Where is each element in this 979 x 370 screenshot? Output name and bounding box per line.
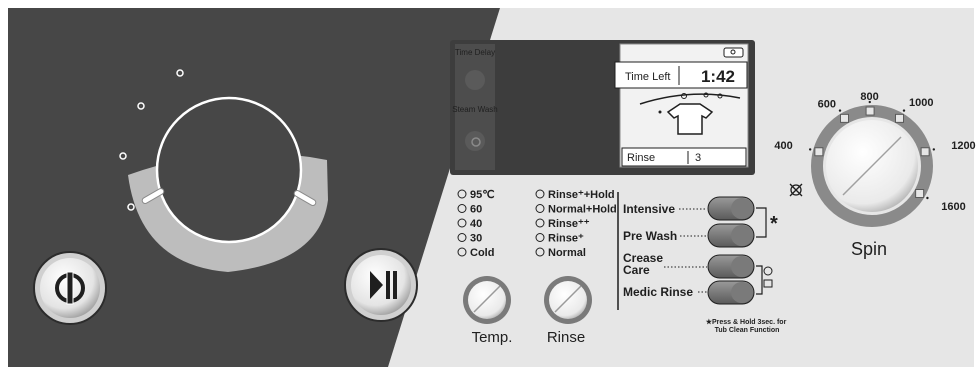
- intensive-button[interactable]: [707, 196, 755, 221]
- program-dial[interactable]: [155, 96, 303, 244]
- start-pause-button[interactable]: [344, 248, 418, 322]
- spin-speed-dot: [902, 109, 906, 112]
- child-lock-icon: [723, 47, 744, 58]
- temperature-knob-label: Temp.: [472, 329, 513, 346]
- spin-speed-label: 1200: [951, 140, 975, 152]
- spin-speed-dot: [868, 100, 871, 104]
- spin-tick: [840, 113, 849, 123]
- option-label-medic-rinse: Medic Rinse: [623, 285, 693, 299]
- crease-care-button[interactable]: [707, 254, 755, 279]
- spin-speed-label: 600: [818, 99, 836, 111]
- power-button[interactable]: [33, 251, 107, 325]
- medic-rinse-button[interactable]: [707, 280, 755, 305]
- steam-wash-label: Steam Wash: [452, 105, 498, 114]
- time-left-value: 1:42: [701, 67, 735, 86]
- pre-wash-button[interactable]: [707, 223, 755, 248]
- spin-speed-label: 1600: [941, 201, 965, 213]
- rinse-knob[interactable]: [544, 276, 592, 324]
- spin-tick: [814, 147, 824, 157]
- spin-speed-dot: [838, 109, 842, 112]
- stage-label: Rinse: [627, 152, 655, 164]
- rinse-option-label: Normal: [548, 247, 586, 259]
- spin-tick: [915, 189, 925, 198]
- temperature-option-label: Cold: [470, 247, 494, 259]
- temperature-option-label: 30: [470, 233, 482, 245]
- display-panel: Time Delay Steam Wash Time Left 1:42 Rin…: [450, 40, 755, 175]
- option-label-pre-wash: Pre Wash: [623, 229, 677, 243]
- rinse-option-label: Rinse⁺⁺: [548, 218, 590, 230]
- rinse-option-label: Rinse⁺+Hold: [548, 189, 615, 201]
- star-mark: *: [770, 213, 778, 235]
- option-label-intensive: Intensive: [623, 202, 675, 216]
- time-left-label: Time Left: [625, 71, 670, 83]
- washer-control-panel: Time Delay Steam Wash Time Left 1:42 Rin…: [0, 0, 979, 370]
- temperature-option-label: 40: [470, 218, 482, 230]
- temperature-option-label: 95℃: [470, 189, 495, 201]
- temperature-option-label: 60: [470, 204, 482, 216]
- spin-knob[interactable]: [826, 120, 918, 212]
- time-delay-label: Time Delay: [455, 48, 495, 57]
- rinse-option-label: Normal+Hold: [548, 204, 617, 216]
- spin-tick: [895, 113, 904, 123]
- steam-wash-button[interactable]: [465, 131, 485, 151]
- time-delay-button[interactable]: [465, 70, 485, 90]
- spin-label: Spin: [851, 239, 887, 259]
- spin-speed-dot: [808, 148, 812, 151]
- spin-speed-label: 1000: [909, 97, 933, 109]
- spin-tick: [865, 106, 875, 116]
- rinse-knob-label: Rinse: [547, 329, 585, 346]
- spin-speed-dot: [932, 148, 936, 151]
- spin-tick: [920, 147, 930, 157]
- spin-speed-dot: [926, 196, 929, 200]
- stage-value: 3: [695, 152, 701, 164]
- rinse-option-label: Rinse⁺: [548, 233, 584, 245]
- temperature-knob[interactable]: [463, 276, 511, 324]
- spin-speed-label: 400: [774, 140, 792, 152]
